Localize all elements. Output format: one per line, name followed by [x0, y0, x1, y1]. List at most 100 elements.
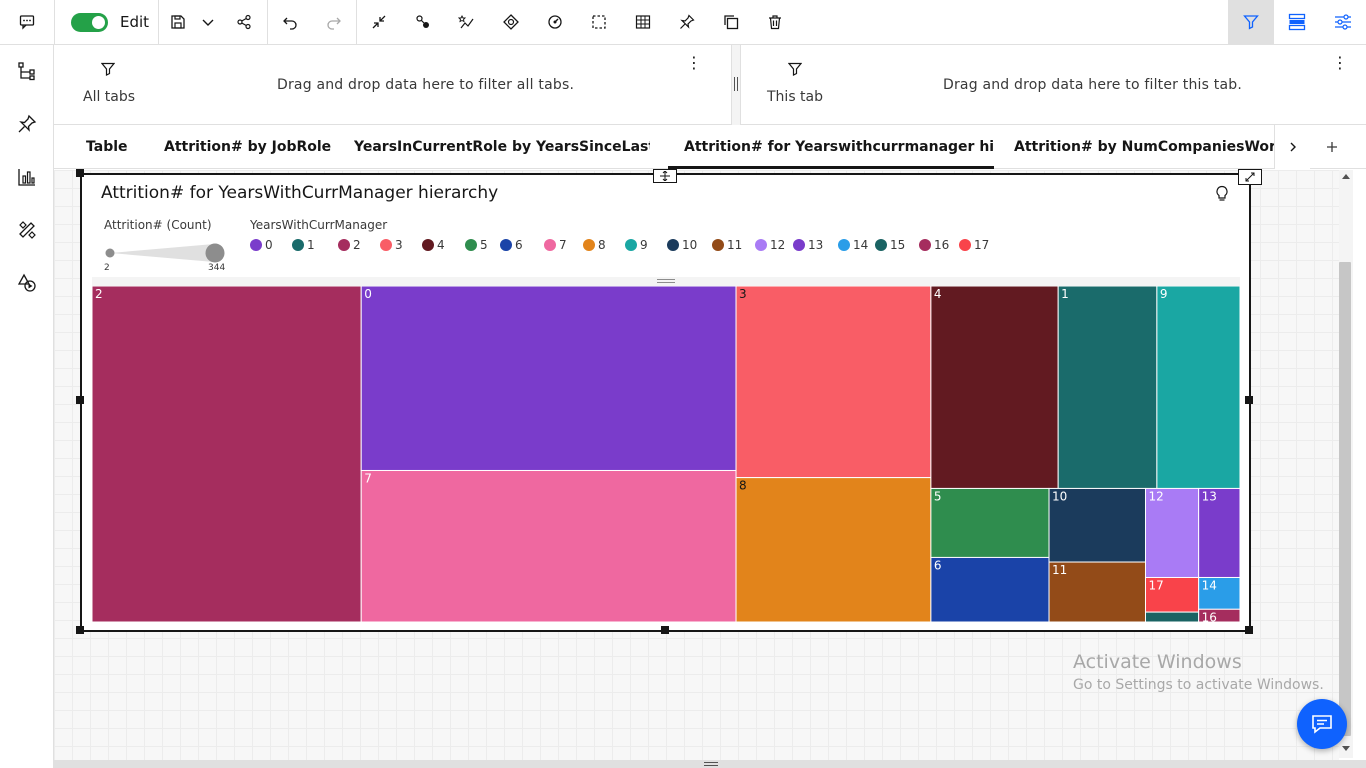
tab-yearsincurrentrole[interactable]: YearsInCurrentRole by YearsSinceLastPro: [354, 125, 650, 169]
tab-attrition-by-numcompaniesworked[interactable]: Attrition# by NumCompaniesWorked: [1014, 125, 1274, 169]
drill-icon[interactable]: [401, 0, 445, 44]
legend-item-13[interactable]: 13: [793, 237, 823, 253]
treemap-rect-4: [930, 286, 1059, 489]
bottom-resize-bar[interactable]: [54, 760, 1366, 768]
edit-toggle[interactable]: [71, 13, 108, 32]
treemap-cell-1[interactable]: 1: [1057, 286, 1158, 489]
treemap-cell-16[interactable]: 16: [1198, 608, 1240, 622]
resize-handle[interactable]: [661, 626, 669, 634]
treemap-cell-0[interactable]: 0: [360, 286, 737, 471]
legend-item-12[interactable]: 12: [755, 237, 785, 253]
all-tabs-overflow-menu-icon[interactable]: ⋮: [686, 55, 702, 71]
expand-icon[interactable]: [1238, 169, 1262, 185]
select-area-icon[interactable]: [577, 0, 621, 44]
all-tabs-dropzone[interactable]: Drag and drop data here to filter all ta…: [277, 77, 574, 93]
treemap-cell-2[interactable]: 2: [92, 286, 362, 622]
tab-table[interactable]: Table: [86, 125, 146, 169]
legend-swatch: [250, 239, 262, 251]
this-tab-dropzone[interactable]: Drag and drop data here to filter this t…: [943, 77, 1242, 93]
treemap-cell-13[interactable]: 13: [1198, 487, 1240, 578]
legend-item-5[interactable]: 5: [465, 237, 488, 253]
treemap-plot[interactable]: 2 0 7 3 8 4 1 9 5 6 10 11 12 13 17 14 16: [92, 286, 1240, 622]
resize-handle[interactable]: [1245, 396, 1253, 404]
legend-item-0[interactable]: 0: [250, 237, 273, 253]
legend-item-15[interactable]: 15: [875, 237, 905, 253]
data-tree-icon[interactable]: [5, 49, 49, 93]
legend-item-10[interactable]: 10: [667, 237, 697, 253]
treemap-cell-10[interactable]: 10: [1048, 487, 1146, 563]
shapes-play-icon[interactable]: [5, 261, 49, 305]
vertical-scrollbar-thumb[interactable]: [1339, 262, 1351, 736]
this-tab-overflow-menu-icon[interactable]: ⋮: [1332, 55, 1348, 71]
legend-swatch: [380, 239, 392, 251]
insight-bulb-icon[interactable]: [1215, 185, 1229, 203]
legend-item-7[interactable]: 7: [544, 237, 567, 253]
insights-icon[interactable]: [445, 0, 489, 44]
treemap-rect-8: [735, 477, 932, 622]
pin-icon[interactable]: [665, 0, 709, 44]
visualizations-icon[interactable]: [5, 155, 49, 199]
filter-splitter[interactable]: [731, 45, 741, 125]
treemap-label-12: 12: [1148, 489, 1163, 503]
chevron-down-icon[interactable]: [190, 0, 226, 44]
tab-attrition-by-jobrole[interactable]: Attrition# by JobRole: [164, 125, 334, 169]
legend-item-11[interactable]: 11: [712, 237, 742, 253]
legend-label: 1: [307, 238, 315, 252]
treemap-cell-3[interactable]: 3: [735, 286, 932, 479]
legend-item-4[interactable]: 4: [422, 237, 445, 253]
size-legend-shape: [104, 241, 226, 265]
treemap-widget[interactable]: Attrition# for YearsWithCurrManager hier…: [76, 169, 1262, 634]
treemap-cell-11[interactable]: 11: [1048, 561, 1146, 622]
treemap-label-14: 14: [1202, 578, 1217, 592]
properties-icon[interactable]: [1274, 0, 1320, 44]
treemap-cell-12[interactable]: 12: [1144, 487, 1200, 578]
resize-handle[interactable]: [76, 626, 84, 634]
navigation-icon[interactable]: [489, 0, 533, 44]
settings-sliders-icon[interactable]: [1320, 0, 1366, 44]
treemap-cell-8[interactable]: 8: [735, 477, 932, 622]
undo-icon[interactable]: [268, 0, 312, 44]
treemap-cell-7[interactable]: 7: [360, 469, 737, 622]
move-icon[interactable]: [653, 169, 677, 183]
treemap-cell-17[interactable]: 17: [1144, 576, 1200, 613]
tabs-scroll-right-icon[interactable]: [1274, 125, 1310, 169]
treemap-cell-6[interactable]: 6: [930, 556, 1050, 622]
duplicate-icon[interactable]: [709, 0, 753, 44]
treemap-label-10: 10: [1052, 489, 1067, 503]
legend-swatch: [667, 239, 679, 251]
treemap-cell-9[interactable]: 9: [1156, 286, 1240, 489]
legend-item-8[interactable]: 8: [583, 237, 606, 253]
legend-item-2[interactable]: 2: [338, 237, 361, 253]
resize-handle[interactable]: [76, 396, 84, 404]
resize-handle[interactable]: [76, 169, 84, 177]
treemap-label-7: 7: [364, 471, 372, 485]
edit-label: Edit: [120, 13, 150, 31]
legend-item-14[interactable]: 14: [838, 237, 868, 253]
comment-icon[interactable]: [5, 0, 49, 44]
legend-item-6[interactable]: 6: [500, 237, 523, 253]
treemap-cell-15[interactable]: [1144, 611, 1200, 622]
treemap-cell-5[interactable]: 5: [930, 487, 1050, 558]
filter-panel-icon[interactable]: [1228, 0, 1274, 44]
delete-icon[interactable]: [753, 0, 797, 44]
legend-item-9[interactable]: 9: [625, 237, 648, 253]
table-icon[interactable]: [621, 0, 665, 44]
legend-item-3[interactable]: 3: [380, 237, 403, 253]
redo-icon[interactable]: [312, 0, 356, 44]
assets-icon[interactable]: [5, 208, 49, 252]
share-icon[interactable]: [222, 0, 266, 44]
treemap-cell-4[interactable]: 4: [930, 286, 1059, 489]
legend-item-17[interactable]: 17: [959, 237, 989, 253]
legend-item-16[interactable]: 16: [919, 237, 949, 253]
add-tab-icon[interactable]: [1316, 125, 1348, 169]
resize-handle[interactable]: [1245, 626, 1253, 634]
tab-attrition-yearswithcurrmanager[interactable]: Attrition# for Yearswithcurrmanager hier…: [668, 125, 994, 169]
pin-icon[interactable]: [5, 102, 49, 146]
collapse-icon[interactable]: [357, 0, 401, 44]
chat-button[interactable]: [1297, 699, 1347, 749]
treemap-cell-14[interactable]: 14: [1198, 576, 1240, 610]
legend-item-1[interactable]: 1: [292, 237, 315, 253]
treemap-rect-5: [930, 487, 1050, 558]
forecast-icon[interactable]: [533, 0, 577, 44]
plot-drag-bar[interactable]: [92, 277, 1240, 286]
